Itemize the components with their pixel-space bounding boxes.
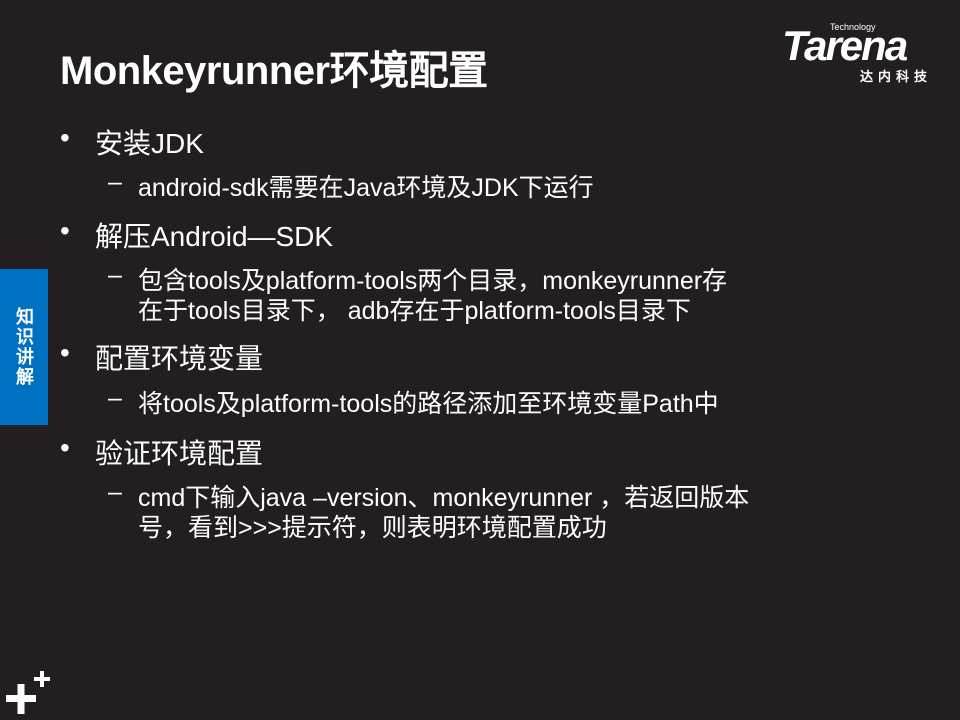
side-tab: 知识讲解 [0, 269, 48, 425]
logo-cn: 达内科技 [860, 69, 933, 84]
tarena-logo: Technology Tarena 达内科技 [782, 22, 947, 84]
side-tab-label: 知识讲解 [14, 307, 34, 387]
logo-name: Tarena [782, 22, 908, 69]
plus-icon [6, 671, 50, 714]
sub-bullet-2-cont: 在于tools目录下， adb存在于platform-tools目录下 [138, 297, 691, 325]
sub-bullet-4-cont: 号，看到>>>提示符，则表明环境配置成功 [138, 514, 607, 542]
slide-title: Monkeyrunner环境配置 [60, 49, 488, 93]
